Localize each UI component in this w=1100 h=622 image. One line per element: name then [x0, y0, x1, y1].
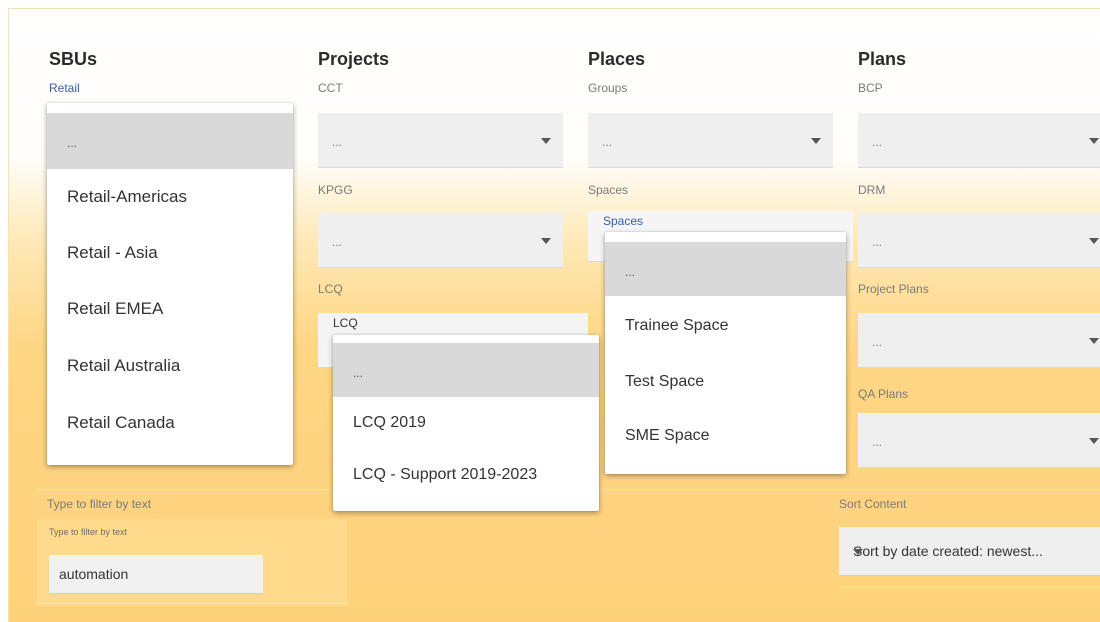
spaces-option[interactable]: SME Space	[625, 427, 709, 445]
spaces-label: Spaces	[588, 183, 629, 197]
sbus-option[interactable]: Retail Canada	[67, 413, 175, 433]
qa-plans-value: ...	[872, 435, 883, 449]
chevron-down-icon	[1089, 238, 1099, 244]
spaces-option-empty[interactable]: ...	[605, 242, 846, 296]
project-plans-select[interactable]: ...	[858, 313, 1100, 368]
lcq-floating-label: LCQ	[333, 316, 358, 330]
kpgg-label: KPGG	[318, 183, 353, 197]
chevron-down-icon	[541, 238, 551, 244]
chevron-down-icon	[853, 549, 863, 555]
lcq-label: LCQ	[318, 282, 343, 296]
filter-input[interactable]: automation	[49, 555, 263, 594]
bcp-label: BCP	[858, 81, 883, 95]
cct-select[interactable]: ...	[318, 113, 563, 168]
plans-title: Plans	[858, 49, 907, 69]
bcp-select[interactable]: ...	[858, 113, 1100, 168]
places-title: Places	[588, 49, 646, 69]
sbus-option[interactable]: Retail EMEA	[67, 299, 163, 319]
groups-value: ...	[602, 135, 613, 149]
sbus-dropdown-menu: ... Retail-Americas Retail - Asia Retail…	[47, 103, 293, 465]
lcq-option[interactable]: LCQ 2019	[353, 414, 426, 432]
cct-value: ...	[332, 135, 343, 149]
sort-value: Sort by date created: newest...	[853, 543, 1043, 559]
chevron-down-icon	[1089, 438, 1099, 444]
spaces-floating-label: Spaces	[603, 214, 644, 228]
sbus-title: SBUs	[49, 49, 98, 69]
bcp-value: ...	[872, 135, 883, 149]
sort-label: Sort Content	[839, 497, 907, 511]
lcq-option[interactable]: LCQ - Support 2019-2023	[353, 466, 537, 484]
filter-floating-label: Type to filter by text	[49, 527, 128, 537]
divider	[839, 587, 1100, 588]
sbus-option[interactable]: Retail - Asia	[67, 243, 158, 263]
spaces-option[interactable]: Trainee Space	[625, 317, 728, 335]
filter-label: Type to filter by text	[47, 497, 152, 511]
spaces-dropdown-menu: ... Trainee Space Test Space SME Space	[605, 232, 846, 474]
kpgg-select[interactable]: ...	[318, 213, 563, 268]
qa-plans-label: QA Plans	[858, 387, 909, 401]
sbus-option[interactable]: Retail Australia	[67, 356, 180, 376]
chevron-down-icon	[811, 138, 821, 144]
project-plans-label: Project Plans	[858, 282, 929, 296]
sbus-option-empty[interactable]: ...	[47, 113, 293, 169]
kpgg-value: ...	[332, 235, 343, 249]
chevron-down-icon	[1089, 338, 1099, 344]
lcq-option-empty[interactable]: ...	[333, 343, 599, 397]
filter-panel: SBUs Retail Projects CCT Places Groups P…	[8, 8, 1100, 622]
divider	[37, 603, 347, 604]
lcq-dropdown-menu: ... LCQ 2019 LCQ - Support 2019-2023	[333, 335, 599, 511]
drm-select[interactable]: ...	[858, 213, 1100, 268]
drm-value: ...	[872, 235, 883, 249]
drm-label: DRM	[858, 183, 886, 197]
chevron-down-icon	[1089, 138, 1099, 144]
qa-plans-select[interactable]: ...	[858, 413, 1100, 468]
spaces-option[interactable]: Test Space	[625, 373, 704, 391]
projects-title: Projects	[318, 49, 390, 69]
sbus-option[interactable]: Retail-Americas	[67, 187, 187, 207]
cct-label: CCT	[318, 81, 343, 95]
groups-select[interactable]: ...	[588, 113, 833, 168]
chevron-down-icon	[541, 138, 551, 144]
sbus-label: Retail	[49, 81, 80, 95]
sort-select[interactable]: Sort by date created: newest...	[839, 527, 1100, 576]
project-plans-value: ...	[872, 335, 883, 349]
groups-label: Groups	[588, 81, 628, 95]
filter-input-value: automation	[59, 566, 129, 582]
